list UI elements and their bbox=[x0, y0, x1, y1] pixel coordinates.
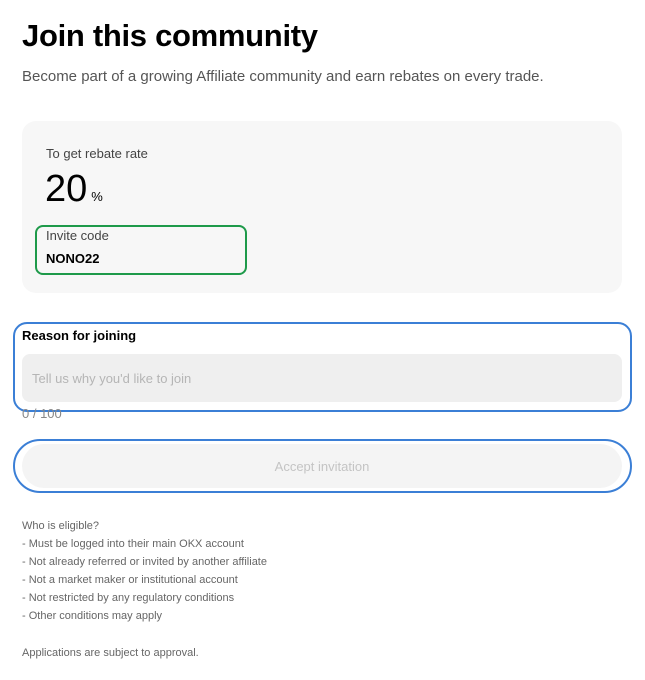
eligibility-item: - Not a market maker or institutional ac… bbox=[22, 574, 238, 586]
rebate-rate-unit: % bbox=[91, 189, 103, 204]
invite-code-value: NONO22 bbox=[46, 251, 100, 266]
eligibility-item: - Not already referred or invited by ano… bbox=[22, 556, 267, 568]
eligibility-item: - Other conditions may apply bbox=[22, 610, 163, 622]
rebate-rate-value: 20 % bbox=[45, 167, 103, 211]
invite-code-label: Invite code bbox=[46, 228, 109, 243]
page-title: Join this community bbox=[22, 18, 318, 53]
eligibility-item: - Must be logged into their main OKX acc… bbox=[22, 538, 244, 550]
reason-for-joining-input[interactable] bbox=[22, 354, 622, 402]
reason-for-joining-label: Reason for joining bbox=[22, 328, 137, 343]
character-count: 0 / 100 bbox=[22, 406, 62, 421]
rebate-rate-number: 20 bbox=[45, 168, 88, 210]
approval-note: Applications are subject to approval. bbox=[22, 647, 199, 659]
rebate-card: To get rebate rate 20 % Invite code NONO… bbox=[22, 121, 622, 293]
page-subtitle: Become part of a growing Affiliate commu… bbox=[22, 68, 544, 85]
eligibility-item: - Not restricted by any regulatory condi… bbox=[22, 592, 235, 604]
eligibility-heading: Who is eligible? bbox=[22, 520, 100, 532]
rebate-rate-label: To get rebate rate bbox=[46, 146, 148, 161]
accept-invitation-button[interactable]: Accept invitation bbox=[22, 444, 622, 488]
join-community-page: Join this community Become part of a gro… bbox=[0, 0, 645, 680]
eligibility-info: Who is eligible? - Must be logged into t… bbox=[22, 517, 267, 625]
